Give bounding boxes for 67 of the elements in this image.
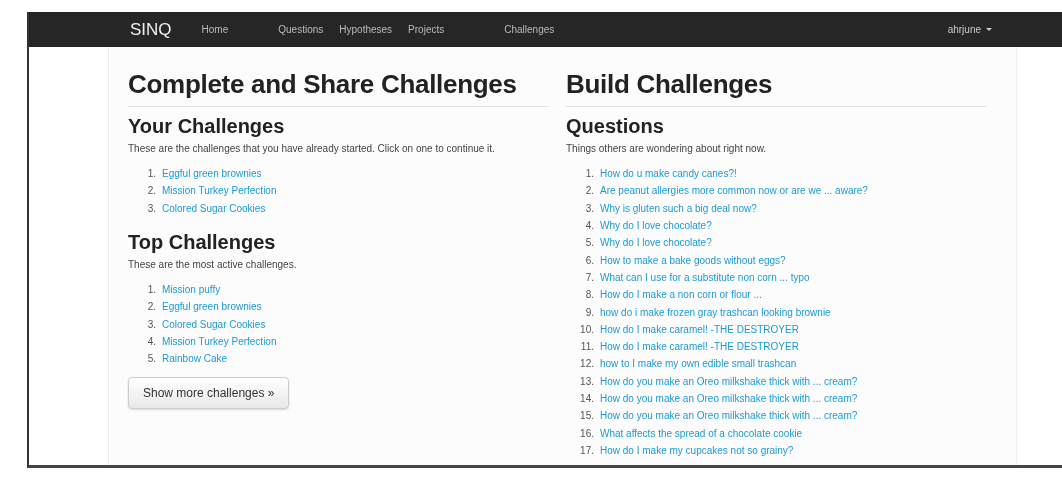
question-link[interactable]: How do I make caramel! -THE DESTROYER (600, 323, 799, 335)
nav-link[interactable]: Challenges (504, 24, 555, 35)
challenge-link[interactable]: Rainbow Cake (162, 353, 228, 365)
challenge-link[interactable]: Mission Turkey Perfection (162, 335, 277, 347)
question-link[interactable]: How do I make caramel! -THE DESTROYER (600, 341, 799, 353)
list-number: 5. (584, 237, 594, 249)
question-link[interactable]: How do I make a non corn or flour ... (600, 289, 762, 301)
question-link[interactable]: Why do I love chocolate? (600, 220, 712, 232)
section-heading: Questions (566, 115, 665, 138)
list-number: 2. (146, 185, 156, 197)
challenge-link[interactable]: Colored Sugar Cookies (162, 318, 266, 330)
user-menu[interactable]: ahrjune (947, 24, 992, 35)
list-number: 2. (146, 301, 156, 313)
list-number: 11. (579, 341, 594, 353)
question-link[interactable]: How do I make my cupcakes not so grainy? (600, 444, 794, 456)
section-description: These are the challenges that you have already started. Click on one to continue it. (128, 142, 496, 156)
list-number: 16. (579, 427, 594, 439)
list-number: 3. (584, 202, 594, 214)
brand-logo[interactable]: SINQ (130, 19, 172, 40)
list-number: 3. (146, 318, 156, 330)
nav-link[interactable]: Questions (278, 24, 324, 35)
section-heading: Top Challenges (128, 230, 277, 254)
list-number: 14. (579, 393, 594, 404)
list-number: 5. (146, 353, 156, 365)
question-link[interactable]: What affects the spread of a chocolate cookie (600, 427, 803, 439)
question-link[interactable]: How do u make candy canes?! (600, 168, 737, 180)
list-number: 1. (584, 168, 594, 180)
page-heading: Build Challenges (566, 69, 986, 107)
question-link[interactable]: How do you make an Oreo milkshake thick with ... cream? (600, 410, 858, 422)
section-description: These are the most active challenges. (128, 257, 298, 272)
question-link[interactable]: Are peanut allergies more common now or are we ... aware? (600, 185, 868, 197)
caret-icon (986, 28, 992, 31)
show-more-button[interactable]: Show more challenges » (128, 377, 290, 410)
question-link[interactable]: how do i make frozen gray trashcan looking brownie (600, 306, 831, 318)
question-link[interactable]: How do you make an Oreo milkshake thick with ... cream? (600, 375, 858, 387)
challenge-link[interactable]: Mission Turkey Perfection (162, 185, 277, 197)
list-number: 9. (584, 306, 594, 318)
list-number: 12. (579, 358, 594, 370)
question-link[interactable]: How to make a bake goods without eggs? (600, 254, 786, 266)
list-number: 8. (584, 289, 594, 301)
question-link[interactable]: Why is gluten such a big deal now? (600, 202, 757, 214)
section-description: Things others are wondering about right now. (566, 142, 768, 156)
question-link[interactable]: How do you make an Oreo milkshake thick with ... cream? (600, 393, 858, 404)
list-number: 1. (146, 168, 156, 180)
challenge-link[interactable]: Eggful green brownies (162, 168, 262, 180)
list-number: 1. (146, 284, 156, 296)
question-link[interactable]: What can I use for a substitute non corn ... typo (600, 271, 810, 283)
question-link[interactable]: how to I make my own edible small trashcan (600, 358, 797, 370)
list-number: 15. (579, 410, 594, 422)
list-number: 4. (584, 220, 594, 232)
list-number: 13. (579, 375, 594, 387)
list-number: 7. (584, 271, 594, 283)
nav-link[interactable]: Hypotheses (339, 24, 393, 35)
challenge-link[interactable]: Mission puffy (162, 284, 221, 296)
list-number: 4. (146, 335, 156, 347)
page-heading: Complete and Share Challenges (128, 69, 548, 107)
list-number: 3. (146, 202, 156, 214)
list-number: 2. (584, 185, 594, 197)
nav-link[interactable]: Projects (408, 24, 445, 35)
list-number: 17. (579, 444, 594, 456)
list-number: 6. (584, 254, 594, 266)
list-number: 10. (579, 323, 594, 335)
challenge-link[interactable]: Colored Sugar Cookies (162, 202, 266, 214)
question-link[interactable]: Why do I love chocolate? (600, 237, 712, 249)
challenge-link[interactable]: Eggful green brownies (162, 301, 262, 313)
nav-link[interactable]: Home (201, 24, 229, 35)
section-heading: Your Challenges (128, 115, 286, 138)
